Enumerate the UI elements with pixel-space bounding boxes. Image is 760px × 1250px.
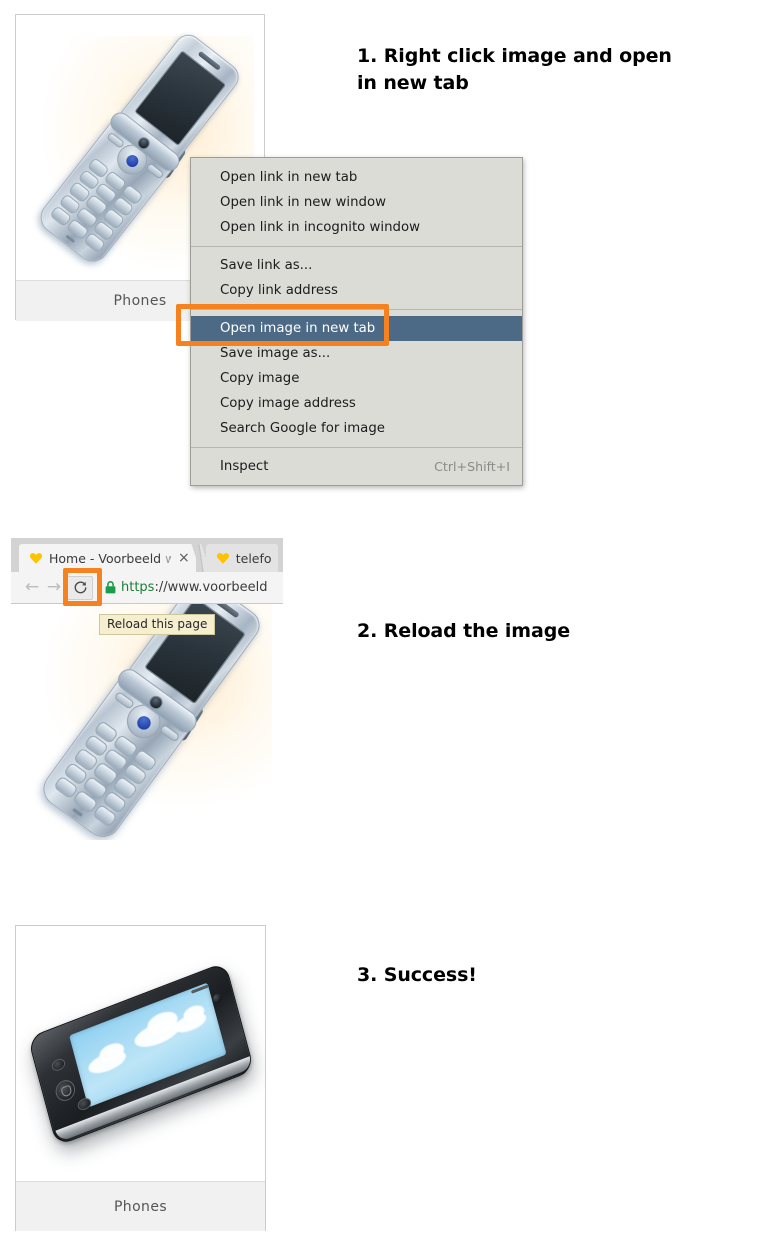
lock-icon bbox=[105, 581, 116, 594]
menu-item-label: Copy link address bbox=[220, 283, 338, 298]
phone-microphone bbox=[65, 234, 76, 243]
tab-close-icon[interactable]: × bbox=[178, 551, 190, 565]
context-menu-group-link-open: Open link in new tab Open link in new wi… bbox=[191, 165, 522, 246]
step-1-heading: 1. Right click image and open in new tab bbox=[357, 45, 672, 94]
smartphone-front-camera bbox=[211, 992, 223, 1004]
smartphone-body bbox=[26, 961, 255, 1146]
instruction-page: Phones 1. Right click image and open in … bbox=[0, 0, 760, 1250]
browser-tab-title: Home - Voorbeeld we bbox=[49, 550, 171, 566]
smartphone-menu-button bbox=[49, 1056, 66, 1073]
phone-dpad-center bbox=[123, 152, 141, 169]
menu-item-shortcut: Ctrl+Shift+I bbox=[434, 459, 510, 474]
menu-item-open-link-new-window[interactable]: Open link in new window bbox=[191, 190, 522, 215]
menu-item-open-link-new-tab[interactable]: Open link in new tab bbox=[191, 165, 522, 190]
context-menu-group-inspect: Inspect Ctrl+Shift+I bbox=[191, 447, 522, 485]
phone-camera bbox=[146, 693, 166, 712]
address-bar[interactable]: https://www.voorbeeld bbox=[105, 580, 283, 595]
smartphone-home-button bbox=[52, 1076, 77, 1104]
browser-tab-home[interactable]: Home - Voorbeeld we × bbox=[19, 544, 196, 572]
menu-item-label: Open link in new window bbox=[220, 195, 386, 210]
menu-item-label: Open link in incognito window bbox=[220, 220, 420, 235]
menu-item-label: Save link as... bbox=[220, 258, 313, 273]
browser-tab-strip[interactable]: Home - Voorbeeld we × telefo bbox=[11, 538, 283, 572]
menu-item-highlight-box bbox=[176, 304, 389, 346]
menu-item-label: Open link in new tab bbox=[220, 170, 358, 185]
menu-item-search-google-for-image[interactable]: Search Google for image bbox=[191, 416, 522, 441]
phone-camera bbox=[135, 134, 153, 152]
heart-favicon bbox=[216, 553, 229, 564]
forward-arrow-icon[interactable]: → bbox=[43, 579, 65, 596]
menu-item-copy-link-address[interactable]: Copy link address bbox=[191, 278, 522, 303]
menu-item-inspect[interactable]: Inspect Ctrl+Shift+I bbox=[191, 454, 522, 479]
reload-tooltip: Reload this page bbox=[99, 614, 216, 635]
browser-window[interactable]: Home - Voorbeeld we × telefo ← → bbox=[11, 538, 283, 840]
menu-item-label: Copy image address bbox=[220, 396, 356, 411]
product-card-smartphone[interactable]: Phones bbox=[15, 925, 266, 1231]
home-glyph-icon bbox=[60, 1084, 72, 1098]
back-arrow-icon[interactable]: ← bbox=[21, 579, 43, 596]
heart-favicon bbox=[29, 553, 43, 564]
phone-microphone bbox=[72, 807, 84, 818]
phone-dpad-center bbox=[134, 713, 154, 733]
product-card-caption: Phones bbox=[16, 1181, 265, 1231]
menu-item-copy-image[interactable]: Copy image bbox=[191, 366, 522, 391]
menu-item-open-link-incognito[interactable]: Open link in incognito window bbox=[191, 215, 522, 240]
url-scheme: https bbox=[121, 580, 155, 595]
smartphone-icon bbox=[16, 926, 265, 1181]
url-host: ://www.voorbeeld bbox=[154, 580, 268, 595]
context-menu-group-link-save: Save link as... Copy link address bbox=[191, 246, 522, 309]
browser-tab-title: telefo bbox=[235, 550, 272, 566]
smartphone-back-button bbox=[75, 1095, 92, 1112]
menu-item-save-link-as[interactable]: Save link as... bbox=[191, 253, 522, 278]
menu-item-label: Copy image bbox=[220, 371, 300, 386]
flip-phone-icon bbox=[11, 604, 283, 840]
product-image-smartphone[interactable] bbox=[16, 926, 265, 1181]
browser-viewport[interactable] bbox=[11, 604, 283, 840]
menu-item-label: Inspect bbox=[220, 459, 269, 474]
smartphone-screen bbox=[68, 981, 227, 1107]
browser-tab-telefoon[interactable]: telefo bbox=[205, 544, 278, 572]
menu-item-label: Search Google for image bbox=[220, 421, 385, 436]
browser-toolbar[interactable]: ← → https://www.voorbeeld bbox=[11, 572, 283, 604]
menu-item-copy-image-address[interactable]: Copy image address bbox=[191, 391, 522, 416]
step-3-heading: 3. Success! bbox=[357, 964, 477, 986]
step-2-heading: 2. Reload the image bbox=[357, 620, 571, 642]
reload-button-highlight-box bbox=[63, 568, 102, 606]
